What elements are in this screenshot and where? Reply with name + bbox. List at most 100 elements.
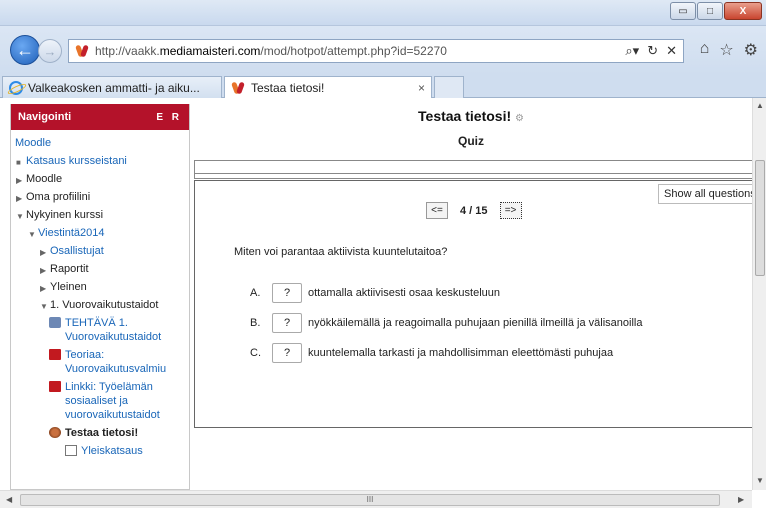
scroll-left-arrow-icon[interactable]: ◀ [6,495,12,504]
expand-arrow-icon: ▶ [40,266,47,275]
sidebar-item-moodle-home[interactable]: Moodle [11,134,189,152]
address-bar[interactable]: http://vaakk.mediamaisteri.com/mod/hotpo… [68,39,684,63]
home-icon[interactable]: ⌂ [700,40,710,60]
assignment-icon [49,317,61,328]
window-controls: ▭ □ X [669,2,762,20]
answer-option: C. ? kuuntelemalla tarkasti ja mahdollis… [234,338,642,368]
navigation-block: Navigointi E R Moodle ■ Katsaus kursseist… [10,104,190,490]
new-tab-button[interactable] [434,76,464,98]
quiz-header-divider [194,174,752,179]
sidebar-item-current-course[interactable]: ▼ Nykyinen kurssi [11,206,189,224]
collapse-arrow-icon: ▼ [16,212,24,221]
quiz-header-frame [194,160,752,174]
answer-text: kuuntelemalla tarkasti ja mahdollisimman… [308,347,614,359]
expand-arrow-icon: ▶ [16,176,23,185]
bullet-icon: ■ [16,158,21,167]
site-favicon-icon [75,44,89,58]
question-text: Miten voi parantaa aktiivista kuunteluta… [234,246,448,258]
block-controls-icon[interactable]: E R [156,112,182,123]
answer-select-button[interactable]: ? [272,343,302,363]
browser-tools: ⌂ ☆ ⚙ [700,40,758,60]
back-arrow-icon: ← [16,39,34,60]
tab-close-icon[interactable]: × [410,81,425,95]
answer-select-button[interactable]: ? [272,313,302,333]
page-content: Navigointi E R Moodle ■ Katsaus kursseist… [6,98,752,490]
tab-valkeakoski[interactable]: Valkeakosken ammatti- ja aiku... [2,76,222,98]
answer-select-button[interactable]: ? [272,283,302,303]
stop-icon[interactable]: ✕ [666,43,677,59]
sidebar-item-participants[interactable]: ▶ Osallistujat [11,242,189,260]
document-icon [65,445,77,456]
collapse-arrow-icon: ▼ [28,230,36,239]
show-all-questions-button[interactable]: Show all questions [658,184,752,204]
back-button[interactable]: ← [10,35,40,65]
scroll-down-arrow-icon[interactable]: ▼ [756,476,764,485]
search-icon[interactable]: ⌕▾ [625,43,639,59]
sidebar-item-section-1[interactable]: ▼ 1. Vuorovaikutustaidot [11,296,189,314]
sidebar-item-link[interactable]: Linkki: Työelämän sosiaaliset ja vuorova… [11,378,189,424]
expand-arrow-icon: ▶ [40,284,47,293]
main-content: Testaa tietosi! ⚙ Quiz Show all question… [190,98,752,490]
navigation-header: Navigointi E R [11,104,189,130]
refresh-icon[interactable]: ↻ [647,43,658,59]
answer-letter: C. [250,347,261,359]
forward-arrow-icon: → [43,43,57,59]
answer-list: A. ? ottamalla aktiivisesti osaa keskust… [234,278,642,368]
answer-letter: B. [250,317,261,329]
settings-gear-icon[interactable]: ⚙ [515,113,524,124]
favorites-star-icon[interactable]: ☆ [719,40,733,60]
window-titlebar: ▭ □ X [0,0,766,26]
horizontal-scrollbar[interactable]: ◀ III ▶ [0,490,752,508]
minimize-button[interactable]: ▭ [670,2,696,20]
answer-option: B. ? nyökkäilemällä ja reagoimalla puhuj… [234,308,642,338]
answer-text: ottamalla aktiivisesti osaa keskusteluun [308,287,500,299]
sidebar-item-profile[interactable]: ▶ Oma profiilini [11,188,189,206]
page-title: Testaa tietosi! ⚙ [418,108,524,124]
pdf-icon [49,381,61,392]
tab-testaa-tietosi[interactable]: Testaa tietosi! × [224,76,432,98]
browser-navbar: ← → http://vaakk.mediamaisteri.com/mod/h… [0,26,766,74]
quiz-subtitle: Quiz [458,134,484,148]
question-counter: 4 / 15 [460,204,488,217]
scroll-right-arrow-icon[interactable]: ▶ [738,495,744,504]
vertical-scrollbar[interactable]: ▲ ▼ [752,98,766,490]
sidebar-item-my-courses[interactable]: ■ Katsaus kursseistani [11,152,189,170]
answer-option: A. ? ottamalla aktiivisesti osaa keskust… [234,278,642,308]
navigation-title: Navigointi [18,111,72,123]
url-prefix: http://vaakk. [95,44,160,58]
collapse-arrow-icon: ▼ [40,302,48,311]
sidebar-item-course[interactable]: ▼ Viestintä2014 [11,224,189,242]
forward-button[interactable]: → [38,39,62,63]
tab-label: Testaa tietosi! [251,80,325,95]
site-favicon-icon [231,81,245,95]
sidebar-item-overview[interactable]: Yleiskatsaus [11,442,189,460]
url-path: /mod/hotpot/attempt.php?id=52270 [260,44,447,58]
answer-letter: A. [250,287,261,299]
ie-page-icon [9,80,23,95]
navigation-list: Moodle ■ Katsaus kursseistani ▶ Moodle ▶ Om… [11,130,189,460]
sidebar-item-general[interactable]: ▶ Yleinen [11,278,189,296]
hotpot-quiz-icon [49,427,61,438]
close-window-button[interactable]: X [724,2,762,20]
question-pager: <= 4 / 15 => [426,202,522,219]
settings-gear-icon[interactable]: ⚙ [744,40,758,60]
sidebar-item-assignment[interactable]: TEHTÄVÄ 1. Vuorovaikutustaidot [11,314,189,346]
vertical-scroll-thumb[interactable] [755,160,765,276]
maximize-button[interactable]: □ [697,2,723,20]
tab-label: Valkeakosken ammatti- ja aiku... [28,80,200,95]
horizontal-scroll-thumb[interactable]: III [20,494,720,506]
previous-question-button[interactable]: <= [426,202,448,219]
sidebar-item-quiz-current[interactable]: Testaa tietosi! [11,424,189,442]
expand-arrow-icon: ▶ [16,194,23,203]
sidebar-item-reports[interactable]: ▶ Raportit [11,260,189,278]
sidebar-item-theory[interactable]: Teoriaa: Vuorovaikutusvalmiu [11,346,189,378]
sidebar-item-moodle[interactable]: ▶ Moodle [11,170,189,188]
url-text: http://vaakk.mediamaisteri.com/mod/hotpo… [95,44,447,58]
next-question-button[interactable]: => [499,202,522,219]
pdf-icon [49,349,61,360]
scroll-up-arrow-icon[interactable]: ▲ [756,101,764,110]
expand-arrow-icon: ▶ [40,248,47,257]
address-bar-actions: ⌕▾ ↻ ✕ [625,43,683,59]
url-domain: mediamaisteri.com [159,44,261,58]
tab-bar: Valkeakosken ammatti- ja aiku... Testaa … [0,74,766,98]
